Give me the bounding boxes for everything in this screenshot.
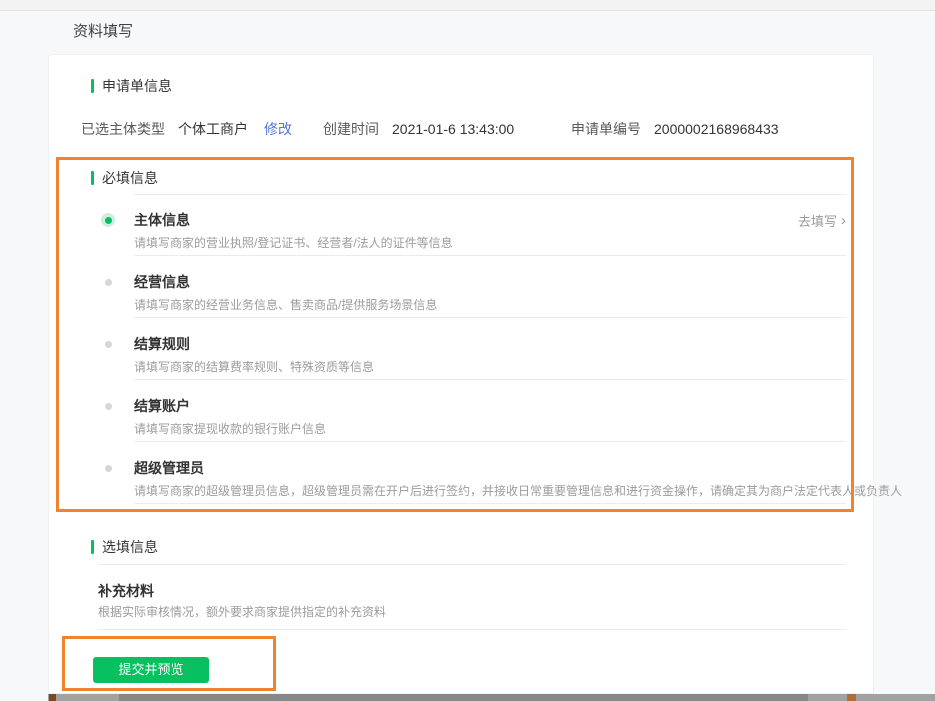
- edge-artifact-right: [847, 694, 856, 701]
- optional-item-description: 根据实际审核情况，额外要求商家提供指定的补充资料: [98, 605, 387, 619]
- radio-selected-icon[interactable]: [101, 213, 115, 227]
- section-header-application-info: 申请单信息: [91, 76, 873, 96]
- section-accent-bar-icon: [91, 79, 94, 93]
- radio-unselected-icon[interactable]: [105, 403, 112, 410]
- application-info-row: 已选主体类型 个体工商户 修改 创建时间 2021-01-6 13:43:00 …: [49, 119, 873, 139]
- created-time-group: 创建时间 2021-01-6 13:43:00: [323, 119, 514, 139]
- section-accent-bar-icon: [91, 540, 94, 554]
- required-item-business-info[interactable]: 经营信息 请填写商家的经营业务信息、售卖商品/提供服务场景信息: [49, 256, 873, 318]
- subject-type-group: 已选主体类型 个体工商户 修改: [81, 119, 292, 139]
- required-items-list: 主体信息 请填写商家的营业执照/登记证书、经营者/法人的证件等信息 去填写 › …: [49, 194, 903, 504]
- modify-link[interactable]: 修改: [264, 119, 292, 139]
- radio-unselected-icon[interactable]: [105, 465, 112, 472]
- subject-type-value: 个体工商户: [178, 121, 248, 137]
- item-description: 请填写商家的结算费率规则、特殊资质等信息: [134, 360, 375, 374]
- application-no-label: 申请单编号: [571, 121, 641, 137]
- scrollbar-thumb[interactable]: [119, 694, 808, 701]
- radio-unselected-icon[interactable]: [105, 341, 112, 348]
- divider: [98, 629, 846, 630]
- section-title: 必填信息: [102, 170, 158, 186]
- optional-items-block: 补充材料 根据实际审核情况，额外要求商家提供指定的补充资料: [49, 564, 873, 630]
- application-no-group: 申请单编号 2000002168968433: [571, 119, 779, 139]
- chevron-right-icon: ›: [841, 212, 846, 229]
- item-title: 超级管理员: [134, 460, 204, 476]
- item-description: 请填写商家的经营业务信息、售卖商品/提供服务场景信息: [134, 298, 438, 312]
- go-fill-label: 去填写: [797, 214, 837, 229]
- section-header-optional-info: 选填信息: [91, 537, 873, 557]
- application-no-value: 2000002168968433: [654, 121, 779, 137]
- required-item-settlement-account[interactable]: 结算账户 请填写商家提现收款的银行账户信息: [49, 380, 873, 442]
- item-description: 请填写商家提现收款的银行账户信息: [134, 422, 327, 436]
- section-title: 申请单信息: [102, 78, 172, 94]
- section-accent-bar-icon: [91, 171, 94, 185]
- radio-dot: [104, 216, 112, 224]
- item-title: 结算账户: [134, 398, 190, 414]
- required-item-subject-info[interactable]: 主体信息 请填写商家的营业执照/登记证书、经营者/法人的证件等信息 去填写 ›: [49, 194, 873, 256]
- item-title: 主体信息: [134, 212, 190, 228]
- item-description: 请填写商家的超级管理员信息，超级管理员需在开户后进行签约，并接收日常重要管理信息…: [134, 484, 903, 498]
- required-item-super-admin[interactable]: 超级管理员 请填写商家的超级管理员信息，超级管理员需在开户后进行签约，并接收日常…: [49, 442, 903, 504]
- go-fill-link[interactable]: 去填写 ›: [798, 211, 846, 230]
- submit-preview-button[interactable]: 提交并预览: [93, 657, 209, 683]
- horizontal-scrollbar[interactable]: [48, 694, 935, 701]
- section-title: 选填信息: [102, 539, 158, 555]
- item-title: 经营信息: [134, 274, 190, 290]
- item-title: 结算规则: [134, 336, 190, 352]
- created-time-value: 2021-01-6 13:43:00: [392, 121, 515, 137]
- divider: [98, 564, 846, 565]
- section-header-required-info: 必填信息: [91, 168, 873, 188]
- created-time-label: 创建时间: [323, 121, 379, 137]
- form-card: 申请单信息 已选主体类型 个体工商户 修改 创建时间 2021-01-6 13:…: [48, 54, 903, 694]
- subject-type-label: 已选主体类型: [81, 121, 165, 137]
- page-title: 资料填写: [73, 23, 134, 40]
- required-item-settlement-rules[interactable]: 结算规则 请填写商家的结算费率规则、特殊资质等信息: [49, 318, 873, 380]
- radio-unselected-icon[interactable]: [105, 279, 112, 286]
- edge-artifact-left: [49, 694, 56, 701]
- optional-item-title: 补充材料: [98, 583, 154, 599]
- top-edge-band: [0, 0, 935, 11]
- item-description: 请填写商家的营业执照/登记证书、经营者/法人的证件等信息: [134, 236, 453, 250]
